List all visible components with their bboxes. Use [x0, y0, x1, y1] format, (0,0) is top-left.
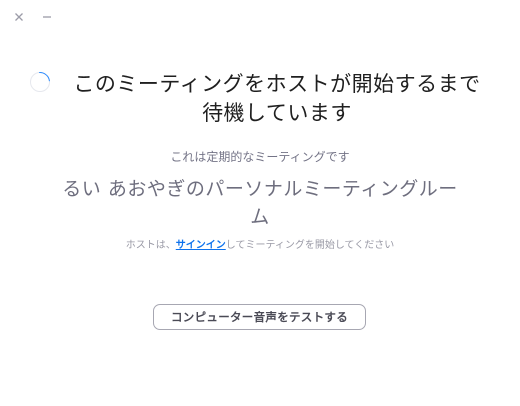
minimize-icon[interactable]	[40, 10, 54, 24]
close-icon[interactable]	[12, 10, 26, 24]
waiting-title-line1: このミーティングをホストが開始するまで	[73, 72, 481, 96]
host-message-suffix: してミーティングを開始してください	[225, 240, 395, 251]
host-sign-in-message: ホストは、サインインしてミーティングを開始してください	[0, 236, 520, 251]
window-controls	[12, 10, 54, 24]
host-message-prefix: ホストは、	[125, 240, 176, 251]
sign-in-link[interactable]: サインイン	[176, 240, 226, 251]
waiting-title-line2: 待機しています	[202, 101, 352, 125]
test-computer-audio-button[interactable]: コンピューター音声をテストする	[153, 304, 366, 330]
recurring-meeting-label: これは定期的なミーティングです	[170, 150, 350, 164]
waiting-room-window: このミーティングをホストが開始するまで 待機しています これは定期的なミーティン…	[0, 0, 520, 406]
meeting-name: るい あおやぎのパーソナルミーティングルーム	[62, 178, 458, 228]
waiting-title: このミーティングをホストが開始するまで 待機しています	[0, 70, 520, 128]
